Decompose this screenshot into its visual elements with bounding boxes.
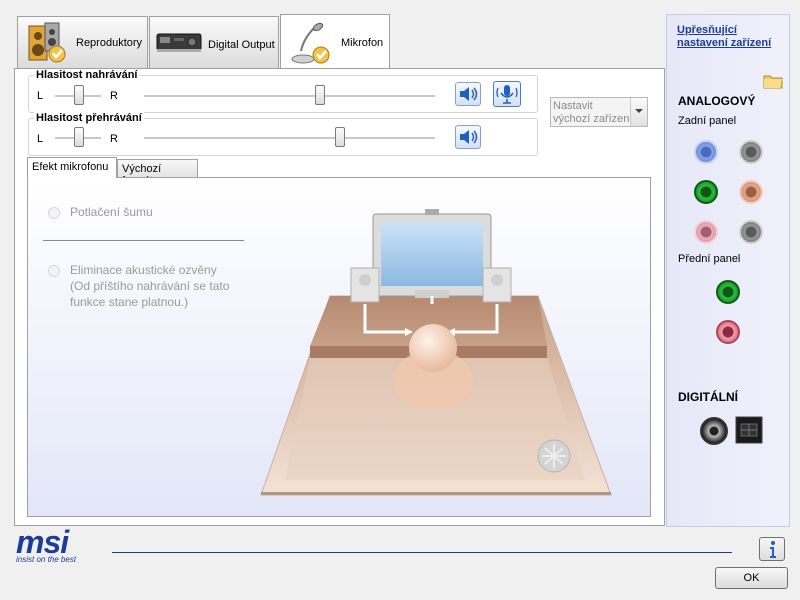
recording-volume-track [144,95,435,98]
back-jack-orange[interactable] [739,180,763,204]
recording-balance-slider[interactable] [74,85,84,105]
back-jack-gray-2[interactable] [739,220,763,244]
playback-right-label: R [110,133,118,145]
playback-mute-button[interactable] [455,125,481,149]
speaker-volume-icon [460,87,478,101]
tab-reproduktory[interactable]: Reproduktory [17,16,148,68]
microphone-boost-icon [496,85,518,104]
front-jack-pink[interactable] [716,320,740,344]
advanced-settings-link[interactable]: Upřesňující nastavení zařízení [677,24,771,50]
footer-divider [112,552,732,553]
ok-button[interactable]: OK [715,567,788,589]
tab-reproduktory-label: Reproduktory [76,37,143,49]
noise-suppression-label: Potlačení šumu [70,205,153,219]
back-jack-blue[interactable] [694,140,718,164]
recording-volume-title: Hlasitost nahrávání [34,69,140,81]
chevron-down-icon [635,109,643,113]
tab-mikrofon[interactable]: Mikrofon [280,14,390,68]
analog-heading: ANALOGOVÝ [678,94,756,108]
tab-mic-effect[interactable]: Efekt mikrofonu [27,157,117,178]
room-illustration [260,209,612,496]
digital-device-icon [156,33,202,52]
back-jack-green[interactable] [694,180,718,204]
tab-default-format[interactable]: Výchozí formát [117,159,198,187]
back-jack-gray-1[interactable] [739,140,763,164]
speaker-volume-icon [460,130,478,144]
digital-heading: DIGITÁLNÍ [678,390,738,404]
info-button[interactable] [759,537,785,561]
tab-digital-output-label: Digital Output [208,39,275,51]
digital-coaxial-jack[interactable] [700,417,728,445]
divider [43,240,244,241]
recording-left-label: L [37,90,44,102]
folder-icon[interactable] [762,70,784,90]
playback-left-label: L [37,133,44,145]
playback-volume-track [144,137,435,140]
default-device-label: Nastavit výchozí zařízení [553,100,633,125]
default-device-dropdown[interactable]: Nastavit výchozí zařízení [550,97,648,127]
digital-optical-jack[interactable] [735,416,763,444]
recording-right-label: R [110,90,118,102]
echo-cancellation-radio[interactable] [48,265,60,277]
msi-logo: msi insist on the best [14,524,114,567]
tab-digital-output[interactable]: Digital Output [149,16,279,68]
right-panel [666,14,790,527]
recording-mute-button[interactable] [455,82,481,106]
echo-cancellation-label: Eliminace akustické ozvěny (Od příštího … [70,263,230,309]
playback-volume-title: Hlasitost přehrávání [34,112,144,124]
mic-settings-button[interactable] [493,81,521,107]
back-jack-pink[interactable] [694,220,718,244]
microphone-icon [291,22,330,64]
playback-volume-slider[interactable] [335,127,345,147]
front-jack-green[interactable] [716,280,740,304]
dropdown-arrow-button[interactable] [630,98,647,126]
info-icon [770,541,776,558]
front-panel-label: Přední panel [678,253,741,265]
recording-volume-slider[interactable] [315,85,325,105]
msi-slogan: insist on the best [16,555,77,564]
tab-mikrofon-label: Mikrofon [341,37,384,49]
back-panel-label: Zadní panel [678,115,737,127]
speaker-icon [28,22,66,63]
playback-balance-slider[interactable] [74,127,84,147]
noise-suppression-radio[interactable] [48,207,60,219]
